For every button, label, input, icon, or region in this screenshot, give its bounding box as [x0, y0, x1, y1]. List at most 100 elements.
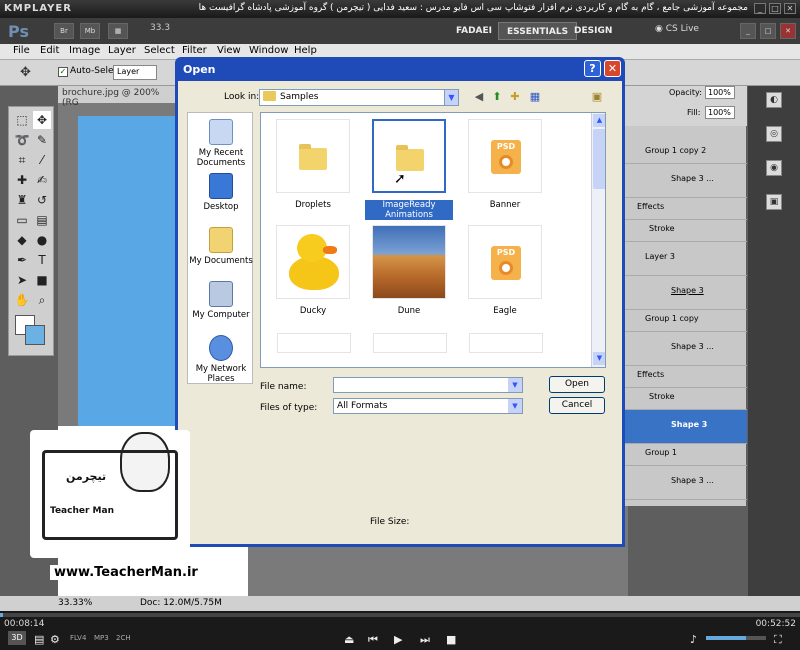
help-icon[interactable]: ?	[584, 60, 601, 77]
type-tool-icon[interactable]: T	[33, 251, 51, 269]
auto-select-dropdown[interactable]: Layer	[113, 65, 157, 80]
blur-tool-icon[interactable]: ◆	[13, 231, 31, 249]
panel-masks-icon[interactable]: ◉	[766, 160, 782, 176]
opacity-field[interactable]: 100%	[705, 86, 735, 99]
place-network[interactable]: My Network Places	[188, 335, 254, 384]
layer-row[interactable]: Effects	[625, 366, 747, 388]
stop-icon[interactable]: ■	[446, 633, 456, 646]
panel-adjustments-icon[interactable]: ◎	[766, 126, 782, 142]
layer-row[interactable]: Layer 3	[625, 242, 747, 276]
layer-row[interactable]: Shape 3 ...	[625, 164, 747, 198]
file-item-partial[interactable]	[277, 333, 351, 353]
healing-tool-icon[interactable]: ✚	[13, 171, 31, 189]
settings-icon[interactable]: ⚙	[50, 633, 60, 646]
play-icon[interactable]: ▶	[394, 633, 402, 646]
auto-select-checkbox[interactable]: ✓	[58, 67, 68, 77]
mini-bridge-button[interactable]: Mb	[80, 23, 100, 39]
hand-tool-icon[interactable]: ✋	[13, 291, 31, 309]
layer-row[interactable]: Effects	[625, 198, 747, 220]
file-item-droplets[interactable]: Droplets	[269, 119, 357, 210]
layer-row-selected[interactable]: Shape 3	[625, 410, 747, 444]
dialog-close-icon[interactable]: ✕	[604, 60, 621, 77]
close-icon[interactable]: ✕	[784, 3, 796, 14]
file-item-eagle[interactable]: PSD Eagle	[461, 225, 549, 316]
file-item-dune[interactable]: Dune	[365, 225, 453, 316]
menu-layer[interactable]: Layer	[108, 45, 136, 56]
menu-view[interactable]: View	[217, 45, 241, 56]
layer-row[interactable]: Group 1	[625, 444, 747, 466]
crop-tool-icon[interactable]: ⌗	[13, 151, 31, 169]
ps-restore-icon[interactable]: □	[760, 23, 776, 39]
file-item-partial[interactable]	[469, 333, 543, 353]
marquee-tool-icon[interactable]: ⬚	[13, 111, 31, 129]
view-menu-icon[interactable]: ▦	[528, 90, 542, 104]
chevron-down-icon[interactable]: ▼	[444, 89, 459, 106]
menu-file[interactable]: File	[13, 45, 30, 56]
recent-folders-icon[interactable]: ▣	[590, 90, 604, 104]
move-tool-icon[interactable]: ✥	[20, 65, 31, 80]
cs-live-button[interactable]: ◉ CS Live	[655, 24, 699, 34]
scroll-up-icon[interactable]: ▲	[593, 114, 605, 127]
pen-tool-icon[interactable]: ✒	[13, 251, 31, 269]
file-item-banner[interactable]: PSD Banner	[461, 119, 549, 210]
path-select-tool-icon[interactable]: ➤	[13, 271, 31, 289]
panel-mini-bridge-icon[interactable]: ▣	[766, 194, 782, 210]
background-color-swatch[interactable]	[25, 325, 45, 345]
menu-help[interactable]: Help	[294, 45, 317, 56]
shape-tool-icon[interactable]: ■	[33, 271, 51, 289]
cancel-button[interactable]: Cancel	[549, 397, 605, 414]
minimize-icon[interactable]: _	[754, 3, 766, 14]
workspace-design[interactable]: DESIGN	[566, 22, 620, 40]
up-folder-icon[interactable]: ⬆	[490, 90, 504, 104]
file-name-input[interactable]: ▼	[333, 377, 523, 393]
menu-image[interactable]: Image	[69, 45, 100, 56]
menu-window[interactable]: Window	[249, 45, 288, 56]
fill-field[interactable]: 100%	[705, 106, 735, 119]
quick-select-tool-icon[interactable]: ✎	[33, 131, 51, 149]
layer-row[interactable]: Stroke	[625, 388, 747, 410]
place-recent[interactable]: My Recent Documents	[188, 119, 254, 168]
chevron-down-icon[interactable]: ▼	[508, 378, 522, 392]
layer-row[interactable]: Shape 3 ...	[625, 332, 747, 366]
zoom-tool-icon[interactable]: ⌕	[33, 291, 51, 309]
3d-button[interactable]: 3D	[8, 631, 26, 645]
back-icon[interactable]: ◀	[472, 90, 486, 104]
brush-tool-icon[interactable]: ✍	[33, 171, 51, 189]
playlist-icon[interactable]: ▤	[34, 633, 44, 646]
layer-row[interactable]: Shape 3 ...	[625, 466, 747, 500]
layer-row[interactable]: Group 1 copy 2	[625, 142, 747, 164]
panel-color-icon[interactable]: ◐	[766, 92, 782, 108]
place-documents[interactable]: My Documents	[188, 227, 254, 266]
files-of-type-select[interactable]: All Formats ▼	[333, 398, 523, 414]
file-item-ducky[interactable]: Ducky	[269, 225, 357, 316]
menu-filter[interactable]: Filter	[182, 45, 207, 56]
file-list-scrollbar[interactable]: ▲ ▼	[591, 113, 605, 367]
chevron-down-icon[interactable]: ▼	[508, 399, 522, 413]
next-icon[interactable]: ⏭	[420, 633, 430, 647]
move-tool-icon-box[interactable]: ✥	[33, 111, 51, 129]
document-tab[interactable]: brochure.jpg @ 200% (RG	[58, 86, 178, 108]
scroll-down-icon[interactable]: ▼	[593, 352, 605, 365]
file-item-imageready[interactable]: ➚ ImageReady Animations	[365, 119, 453, 220]
seek-bar[interactable]	[0, 613, 800, 617]
lasso-tool-icon[interactable]: ➰	[13, 131, 31, 149]
previous-icon[interactable]: ⏮	[368, 633, 378, 647]
volume-slider[interactable]	[706, 636, 766, 640]
bridge-button[interactable]: Br	[54, 23, 74, 39]
look-in-select[interactable]: Samples ▼	[259, 89, 459, 106]
eject-icon[interactable]: ⏏	[344, 633, 354, 646]
scroll-thumb[interactable]	[593, 129, 605, 189]
maximize-icon[interactable]: □	[769, 3, 781, 14]
dodge-tool-icon[interactable]: ●	[33, 231, 51, 249]
history-brush-icon[interactable]: ↺	[33, 191, 51, 209]
open-button[interactable]: Open	[549, 376, 605, 393]
layer-row[interactable]: Stroke	[625, 220, 747, 242]
ps-close-icon[interactable]: ✕	[780, 23, 796, 39]
layer-row[interactable]: Shape 3	[625, 276, 747, 310]
eyedropper-tool-icon[interactable]: ⁄	[33, 151, 51, 169]
place-desktop[interactable]: Desktop	[188, 173, 254, 212]
stamp-tool-icon[interactable]: ♜	[13, 191, 31, 209]
ps-minimize-icon[interactable]: _	[740, 23, 756, 39]
status-zoom[interactable]: 33.33%	[58, 598, 92, 608]
layer-row[interactable]: Group 1 copy	[625, 310, 747, 332]
